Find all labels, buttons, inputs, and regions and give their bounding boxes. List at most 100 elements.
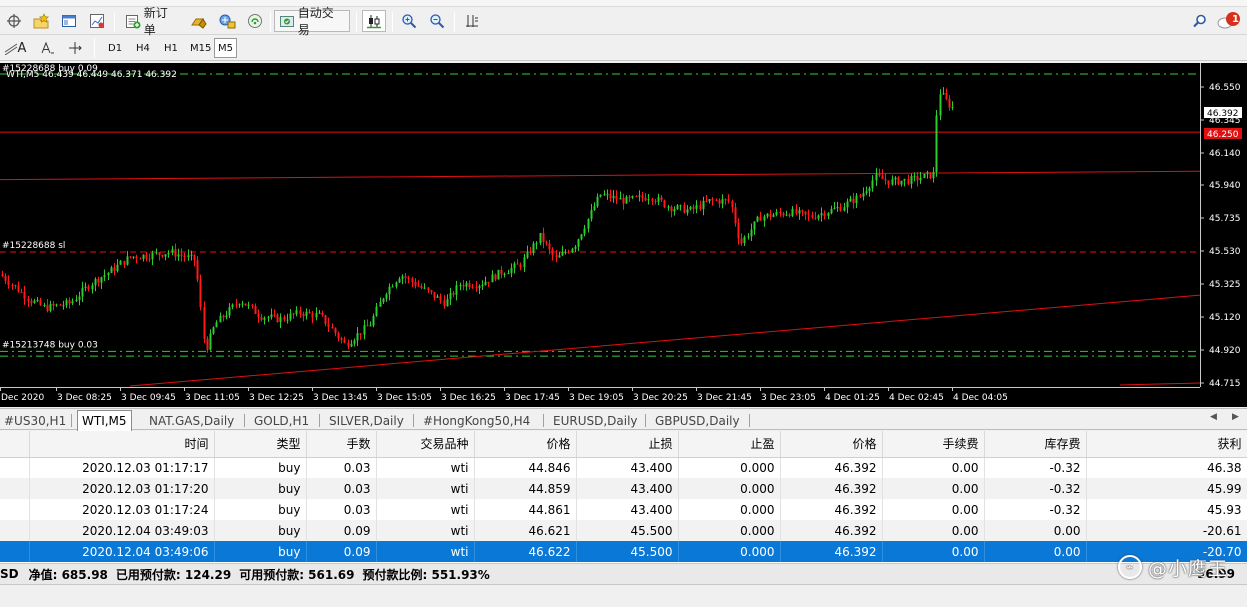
candle-body (849, 198, 852, 202)
table-row[interactable]: 2020.12.03 01:17:20 buy 0.03 wti 44.859 43.40… (0, 478, 1247, 499)
tab-gold-h1[interactable]: GOLD,H1 (250, 411, 313, 430)
text-label-icon[interactable] (36, 37, 58, 59)
new-order-button[interactable]: 新订单 (120, 6, 184, 37)
cell-commission: 0.00 (882, 478, 985, 499)
trendline-rising (129, 294, 1201, 387)
candle-body (852, 198, 855, 204)
candle-body (116, 264, 119, 272)
col-header-commission[interactable]: 手续费 (882, 431, 985, 458)
col-header-type[interactable]: 类型 (214, 431, 307, 458)
tab-scroll-right-icon[interactable]: ▶ (1232, 412, 1239, 422)
candle-body (241, 303, 244, 305)
candle-body (46, 304, 49, 311)
timeframe-h4[interactable]: H4 (132, 38, 154, 58)
candle-body (14, 284, 17, 286)
col-header-stop-loss[interactable]: 止损 (576, 431, 679, 458)
gold-bars-icon[interactable] (188, 10, 210, 32)
tab-scroll-left-icon[interactable]: ◀ (1210, 412, 1217, 422)
text-tool-icon[interactable]: A (14, 37, 30, 59)
col-header-time[interactable]: 时间 (29, 431, 215, 458)
zoom-in-icon[interactable] (398, 10, 420, 32)
row-order-cell (0, 478, 30, 499)
table-row[interactable]: 2020.12.04 03:49:06 buy 0.09 wti 46.622 45.50… (0, 541, 1247, 562)
timeframe-m5[interactable]: M5 (214, 38, 237, 58)
time-tick-label: 4 Dec 04:05 (953, 393, 1008, 403)
tab-hongkong50-h4[interactable]: #HongKong50,H4 (419, 411, 534, 430)
candlestick-icon[interactable] (362, 10, 386, 32)
candle-body (94, 278, 97, 286)
candle-body (865, 191, 868, 194)
col-header-current-price[interactable]: 价格 (780, 431, 883, 458)
market-watch-icon[interactable] (216, 10, 238, 32)
cell-symbol: wti (376, 499, 475, 520)
notifications-button[interactable]: 1 (1214, 10, 1244, 32)
candle-body (929, 172, 932, 179)
candle-body (305, 311, 308, 317)
period-separator-icon[interactable] (460, 10, 484, 32)
candle-body (145, 254, 148, 259)
col-header-symbol[interactable]: 交易品种 (376, 431, 475, 458)
level-price-label: 46.250 (1207, 130, 1239, 140)
candle-body (11, 284, 14, 286)
candle-body (155, 252, 158, 254)
col-header-order[interactable] (0, 431, 30, 458)
candle-body (174, 249, 177, 257)
candle-body (78, 296, 81, 300)
search-icon[interactable] (1190, 10, 1210, 32)
arrow-tools-icon[interactable] (64, 37, 86, 59)
candle-body (68, 300, 71, 304)
col-header-open-price[interactable]: 价格 (474, 431, 577, 458)
menu-bar (0, 0, 1247, 7)
candle-body (334, 328, 337, 334)
tab-eurusd-daily[interactable]: EURUSD,Daily (549, 411, 642, 430)
table-row[interactable]: 2020.12.03 01:17:17 buy 0.03 wti 44.846 43.40… (0, 457, 1247, 478)
candle-body (132, 256, 135, 258)
candle-body (500, 269, 503, 275)
trades-table: 时间 类型 手数 交易品种 价格 止损 止盈 价格 手续费 库存费 获利 202… (0, 431, 1247, 562)
candle-body (254, 305, 257, 314)
time-tick-label: 3 Dec 17:45 (505, 393, 560, 403)
timeframe-m15[interactable]: M15 (186, 38, 215, 58)
cell-swap: -0.32 (984, 499, 1087, 520)
table-row[interactable]: 2020.12.03 01:17:24 buy 0.03 wti 44.861 43.40… (0, 499, 1247, 520)
tab-gbpusd-daily[interactable]: GBPUSD,Daily (651, 411, 744, 430)
timeframe-d1[interactable]: D1 (104, 38, 126, 58)
cell-open-price: 46.622 (474, 541, 577, 562)
window-icon[interactable] (58, 10, 80, 32)
candle-body (449, 292, 452, 300)
zoom-out-icon[interactable] (426, 10, 448, 32)
cell-lots: 0.09 (306, 520, 377, 541)
tab-wti-m5[interactable]: WTI,M5 (77, 410, 132, 431)
col-header-profit[interactable]: 获利 (1086, 431, 1247, 458)
candle-body (289, 313, 292, 320)
col-header-swap[interactable]: 库存费 (984, 431, 1087, 458)
chart-settings-icon[interactable] (86, 10, 108, 32)
candle-body (388, 286, 391, 295)
col-header-lots[interactable]: 手数 (306, 431, 377, 458)
tab-us30-h1[interactable]: #US30,H1 (0, 411, 70, 430)
candle-body (219, 315, 222, 323)
candle-body (535, 243, 538, 245)
candle-body (577, 239, 580, 247)
price-chart[interactable]: #15228688 buy 0.09 WTI,M5 46.439 46.449 4… (0, 63, 1247, 407)
candle-body (235, 304, 238, 306)
auto-trade-label: 自动交易 (297, 6, 334, 37)
col-header-take-profit[interactable]: 止盈 (678, 431, 781, 458)
tab-silver-daily[interactable]: SILVER,Daily (325, 411, 408, 430)
table-row[interactable]: 2020.12.04 03:49:03 buy 0.09 wti 46.621 45.50… (0, 520, 1247, 541)
candle-body (43, 304, 46, 306)
tab-natgas-daily[interactable]: NAT.GAS,Daily (145, 411, 238, 430)
candle-body (932, 171, 935, 179)
star-folder-icon[interactable] (30, 10, 52, 32)
candle-body (59, 304, 62, 306)
candle-body (526, 251, 529, 258)
candle-body (139, 258, 142, 260)
cell-stop-loss: 45.500 (576, 520, 679, 541)
auto-trade-button[interactable]: 自动交易 (274, 6, 350, 37)
crosshair-icon[interactable] (4, 10, 24, 32)
timeframe-h1[interactable]: H1 (160, 38, 182, 58)
signal-icon[interactable] (244, 10, 266, 32)
candle-body (811, 214, 814, 218)
row-order-cell (0, 520, 30, 541)
candle-body (891, 179, 894, 185)
